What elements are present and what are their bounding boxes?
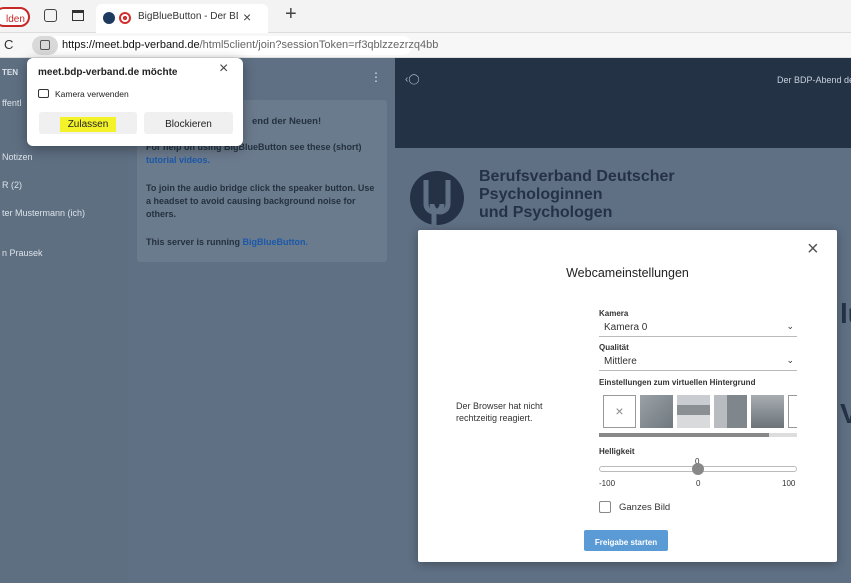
workspaces-icon[interactable] xyxy=(44,9,57,22)
sidebar-item-notes[interactable]: Notizen xyxy=(2,152,33,162)
permission-close-icon[interactable]: × xyxy=(219,60,228,78)
url-path: /html5client/join?sessionToken=rf3qblzze… xyxy=(199,39,439,51)
org-line-3: und Psychologen xyxy=(479,204,613,221)
lock-icon xyxy=(40,40,50,50)
virtual-background-list: × xyxy=(599,395,797,433)
background-option-room1[interactable] xyxy=(677,395,710,428)
tab-left-label: lden xyxy=(6,14,25,25)
tab-active[interactable]: BigBlueButton - Der BDP-Ab × xyxy=(96,4,268,33)
allow-button-label: Zulassen xyxy=(59,117,117,132)
background-none-button[interactable]: × xyxy=(603,395,636,428)
permission-site: meet.bdp-verband.de möchte xyxy=(38,67,178,78)
brightness-min: -100 xyxy=(599,479,616,488)
reload-icon[interactable]: C xyxy=(4,37,13,52)
sidebar-item-user-other[interactable]: n Prausek xyxy=(2,248,43,258)
chat-server-text: This server is running xyxy=(146,237,243,247)
permission-request: Kamera verwenden xyxy=(55,89,129,99)
bbb-favicon-icon xyxy=(103,12,115,24)
modal-close-icon[interactable]: × xyxy=(807,238,819,261)
tab-actions-icon[interactable] xyxy=(72,10,84,21)
background-option-room3[interactable] xyxy=(751,395,784,428)
tab-title: BigBlueButton - Der BDP-Ab xyxy=(138,11,238,22)
background-option-blur[interactable] xyxy=(640,395,673,428)
brightness-mid: 0 xyxy=(696,479,701,488)
bigbluebutton-link[interactable]: BigBlueButton. xyxy=(243,237,309,247)
bdp-logo xyxy=(410,166,464,230)
sidebar-header: TEN xyxy=(2,68,18,77)
chat-more-icon[interactable]: ⋮ xyxy=(370,70,382,84)
url-field[interactable]: https://meet.bdp-verband.de/html5client/… xyxy=(32,36,438,55)
chat-audio-line: To join the audio bridge click the speak… xyxy=(146,183,375,219)
browser-timeout-message: Der Browser hat nicht rechtzeitig reagie… xyxy=(456,401,543,423)
allow-button[interactable]: Zulassen xyxy=(39,112,137,134)
org-name: Berufsverband Deutscher Psychologinnen u… xyxy=(479,168,675,222)
sidebar-item-user-self[interactable]: ter Mustermann (ich) xyxy=(2,208,85,218)
brightness-slider-thumb[interactable] xyxy=(692,463,704,475)
whole-image-checkbox[interactable] xyxy=(599,501,611,513)
chevron-down-icon: ⌄ xyxy=(786,355,794,365)
camera-select[interactable]: Kamera 0 ⌄ xyxy=(599,321,797,337)
meeting-title: Der BDP-Abend de xyxy=(777,75,851,85)
camera-permission-popup: meet.bdp-verband.de möchte × Kamera verw… xyxy=(27,58,243,146)
new-tab-icon[interactable]: + xyxy=(285,3,297,26)
user-list-toggle-icon[interactable]: ‹◯ xyxy=(405,74,420,85)
sidebar-item-users-count[interactable]: R (2) xyxy=(2,180,22,190)
background-scrollbar-thumb[interactable] xyxy=(599,433,769,437)
whole-image-label: Ganzes Bild xyxy=(619,502,671,513)
block-button-label: Blockieren xyxy=(165,119,212,130)
slide-edge-text-1: lu xyxy=(840,298,851,329)
org-line-1: Berufsverband Deutscher xyxy=(479,168,675,185)
camera-label: Kamera xyxy=(599,309,629,318)
url-host: https://meet.bdp-verband.de xyxy=(62,39,200,51)
quality-select[interactable]: Mittlere ⌄ xyxy=(599,355,797,371)
camera-icon xyxy=(38,89,49,98)
camera-select-value: Kamera 0 xyxy=(604,322,648,333)
brightness-label: Helligkeit xyxy=(599,447,635,456)
recording-icon xyxy=(119,12,131,24)
tab-left-partial[interactable]: lden xyxy=(0,7,30,27)
chevron-down-icon: ⌄ xyxy=(786,321,794,331)
org-line-2: Psychologinnen xyxy=(479,186,603,203)
url-text: https://meet.bdp-verband.de/html5client/… xyxy=(62,39,438,51)
tab-close-icon[interactable]: × xyxy=(243,9,251,25)
chat-server-line: This server is running BigBlueButton. xyxy=(146,236,381,249)
welcome-title: end der Neuen! xyxy=(252,116,322,127)
modal-title: Webcameinstellungen xyxy=(566,266,689,280)
quality-label: Qualität xyxy=(599,343,629,352)
bdp-logo-icon xyxy=(410,171,464,226)
quality-select-value: Mittlere xyxy=(604,356,637,367)
meeting-topbar: ‹◯ Der BDP-Abend de xyxy=(395,58,851,148)
brightness-max: 100 xyxy=(782,479,796,488)
start-sharing-label: Freigabe starten xyxy=(594,538,658,547)
start-sharing-button[interactable]: Freigabe starten xyxy=(584,530,668,551)
virtual-background-label: Einstellungen zum virtuellen Hintergrund xyxy=(599,378,756,387)
background-option-room2[interactable] xyxy=(714,395,747,428)
address-bar-row: C https://meet.bdp-verband.de/html5clien… xyxy=(0,33,851,58)
background-option-room4[interactable] xyxy=(788,395,797,428)
browser-tab-strip: lden BigBlueButton - Der BDP-Ab × + xyxy=(0,0,851,33)
slide-edge-text-2: V xyxy=(840,398,851,429)
sidebar-item-public-chat[interactable]: ffentl xyxy=(2,98,21,108)
background-scrollbar[interactable] xyxy=(599,433,797,437)
block-button[interactable]: Blockieren xyxy=(144,112,233,134)
webcam-settings-modal: × Webcameinstellungen Der Browser hat ni… xyxy=(418,230,837,562)
tutorial-videos-link[interactable]: tutorial videos. xyxy=(146,155,210,165)
